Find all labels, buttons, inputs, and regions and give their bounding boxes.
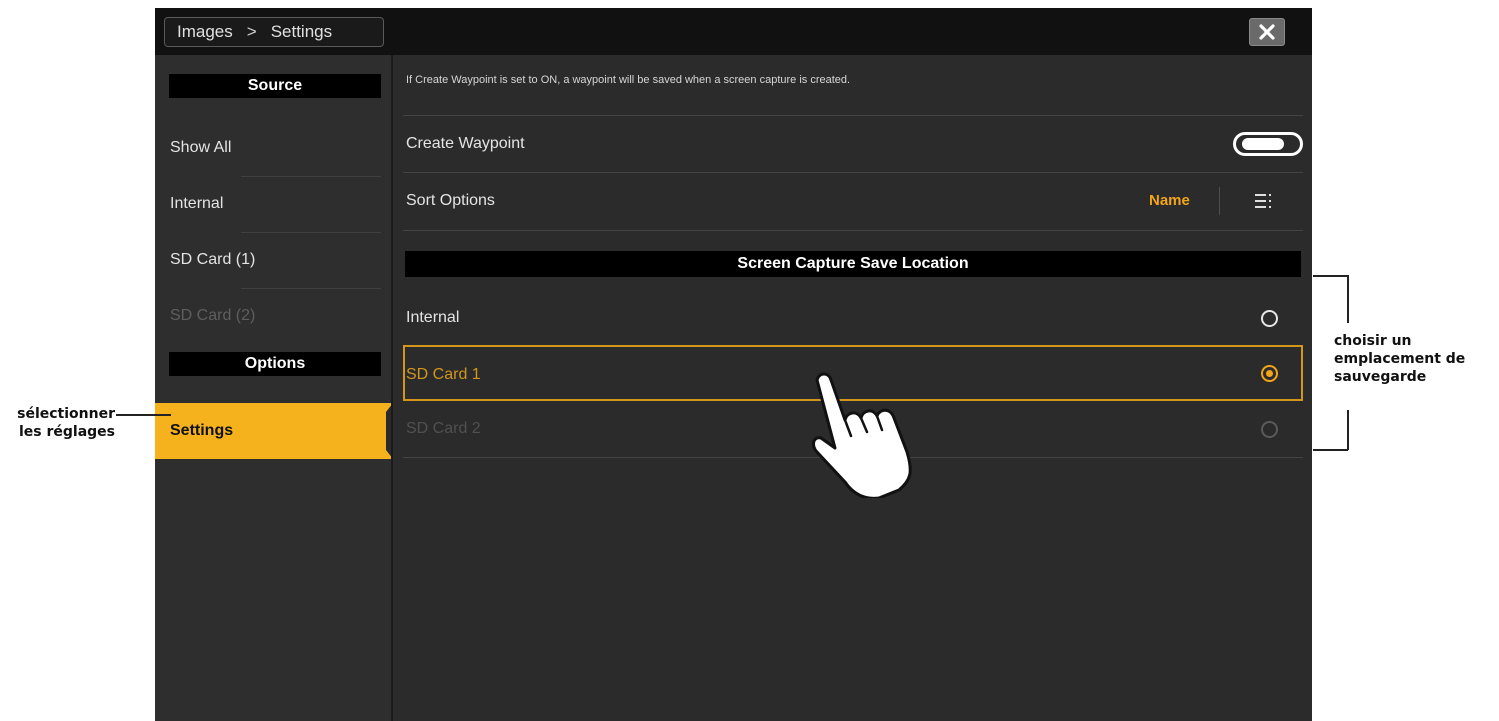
location-label: SD Card 1	[406, 366, 481, 383]
annotation-select-settings: sélectionner les réglages	[17, 406, 115, 440]
annotation-leader-left	[116, 414, 171, 416]
annotation-bracket-top	[1313, 275, 1348, 277]
row-divider	[403, 230, 1303, 231]
location-label: Internal	[406, 309, 460, 326]
sidebar-item-sd-card-1[interactable]: SD Card (1)	[155, 232, 391, 288]
close-icon	[1259, 24, 1275, 40]
breadcrumb[interactable]: Images > Settings	[164, 17, 384, 47]
location-label: SD Card 2	[406, 420, 481, 437]
sort-options-row[interactable]: Sort Options Name	[403, 173, 1303, 229]
radio-button	[1261, 421, 1278, 438]
radio-button[interactable]	[1261, 310, 1278, 327]
sort-value[interactable]: Name	[1149, 173, 1190, 229]
breadcrumb-separator: >	[246, 22, 257, 41]
breadcrumb-current: Settings	[270, 22, 333, 41]
options-header: Options	[169, 352, 381, 376]
location-option-internal[interactable]: Internal	[403, 290, 1303, 346]
device-screen: Images > Settings Source Show All Internal…	[155, 8, 1312, 721]
sort-separator	[1219, 187, 1220, 215]
sidebar-item-internal[interactable]: Internal	[155, 176, 391, 232]
close-button[interactable]	[1249, 18, 1285, 46]
waypoint-hint: If Create Waypoint is set to ON, a waypo…	[406, 74, 851, 86]
sidebar-item-settings[interactable]: Settings	[155, 403, 391, 459]
radio-dot	[1266, 370, 1273, 377]
create-waypoint-label: Create Waypoint	[406, 135, 525, 152]
annotation-bracket-bottom	[1313, 449, 1348, 451]
create-waypoint-toggle[interactable]	[1233, 132, 1303, 156]
annotation-bracket-lower	[1347, 410, 1349, 450]
annotation-bracket-upper	[1347, 275, 1349, 323]
save-location-header: Screen Capture Save Location	[405, 251, 1301, 277]
title-bar: Images > Settings	[155, 8, 1312, 55]
breadcrumb-root[interactable]: Images	[177, 22, 233, 41]
sidebar-item-sd-card-2: SD Card (2)	[170, 307, 256, 324]
tap-hand-icon	[812, 372, 912, 498]
annotation-choose-location: choisir un emplacement de sauvegarde	[1334, 333, 1466, 385]
source-header: Source	[169, 74, 381, 98]
create-waypoint-row[interactable]: Create Waypoint	[403, 116, 1303, 172]
radio-button-selected[interactable]	[1261, 365, 1278, 382]
sort-list-icon[interactable]	[1255, 193, 1273, 209]
toggle-knob	[1242, 138, 1284, 150]
sort-options-label: Sort Options	[406, 192, 495, 209]
sidebar-item-show-all[interactable]: Show All	[155, 120, 391, 176]
sidebar: Source Show All Internal SD Card (1) SD …	[155, 55, 393, 721]
